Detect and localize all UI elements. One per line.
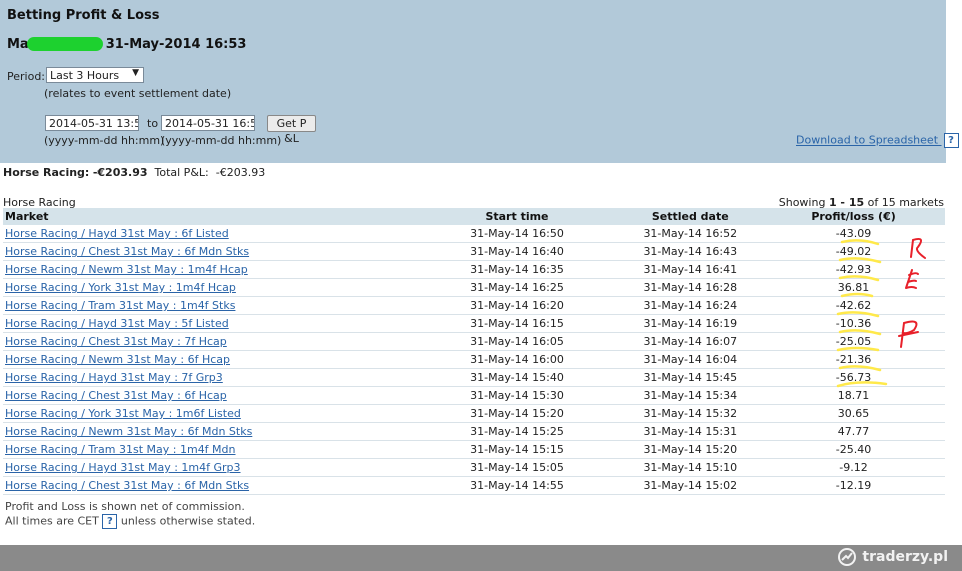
yellow-underline-marks	[836, 239, 888, 388]
letter-r-mark	[910, 237, 926, 259]
handwritten-annotations	[836, 237, 926, 388]
letter-e-mark	[905, 269, 919, 289]
red-letter-annotations	[898, 237, 926, 348]
letter-p-mark	[898, 320, 919, 348]
